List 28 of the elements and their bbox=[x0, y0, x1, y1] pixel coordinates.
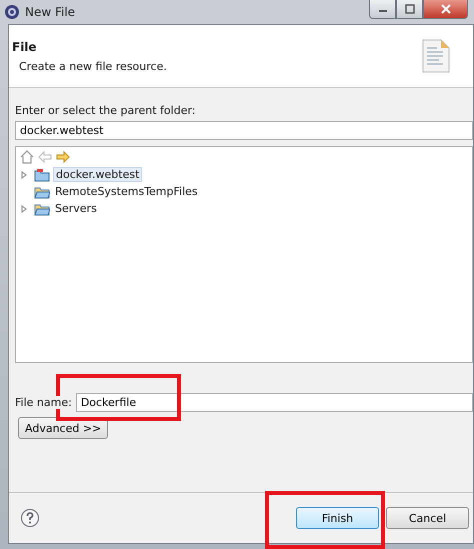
window-title: New File bbox=[25, 5, 76, 19]
folder-icon bbox=[34, 202, 50, 216]
expand-arrow-icon[interactable] bbox=[20, 170, 28, 178]
tree-item[interactable]: Servers bbox=[53, 202, 99, 215]
maximize-icon bbox=[404, 4, 416, 14]
page-description: Create a new file resource. bbox=[18, 60, 167, 72]
cancel-button[interactable]: Cancel bbox=[386, 507, 469, 529]
advanced-button[interactable]: Advanced >> bbox=[18, 417, 108, 439]
forward-arrow-icon[interactable] bbox=[56, 150, 70, 164]
folder-icon bbox=[34, 184, 50, 198]
back-arrow-icon[interactable] bbox=[38, 150, 52, 164]
home-icon[interactable] bbox=[20, 150, 34, 164]
maximize-button[interactable] bbox=[396, 0, 423, 19]
tree-item[interactable]: docker.webtest bbox=[53, 167, 142, 182]
file-name-label: File name: bbox=[15, 396, 72, 409]
tree-item[interactable]: RemoteSystemsTempFiles bbox=[53, 185, 200, 198]
document-icon bbox=[421, 38, 451, 74]
project-folder-icon bbox=[34, 168, 50, 182]
finish-button[interactable]: Finish bbox=[296, 507, 379, 529]
page-title: File bbox=[12, 40, 38, 54]
parent-folder-field[interactable]: docker.webtest bbox=[15, 121, 473, 140]
minimize-button[interactable] bbox=[369, 0, 396, 19]
close-icon bbox=[440, 4, 452, 14]
help-icon[interactable] bbox=[20, 508, 40, 528]
file-name-field[interactable]: Dockerfile bbox=[76, 393, 473, 412]
close-button[interactable] bbox=[423, 0, 468, 19]
expand-arrow-icon[interactable] bbox=[20, 204, 28, 212]
parent-folder-label: Enter or select the parent folder: bbox=[15, 104, 196, 117]
